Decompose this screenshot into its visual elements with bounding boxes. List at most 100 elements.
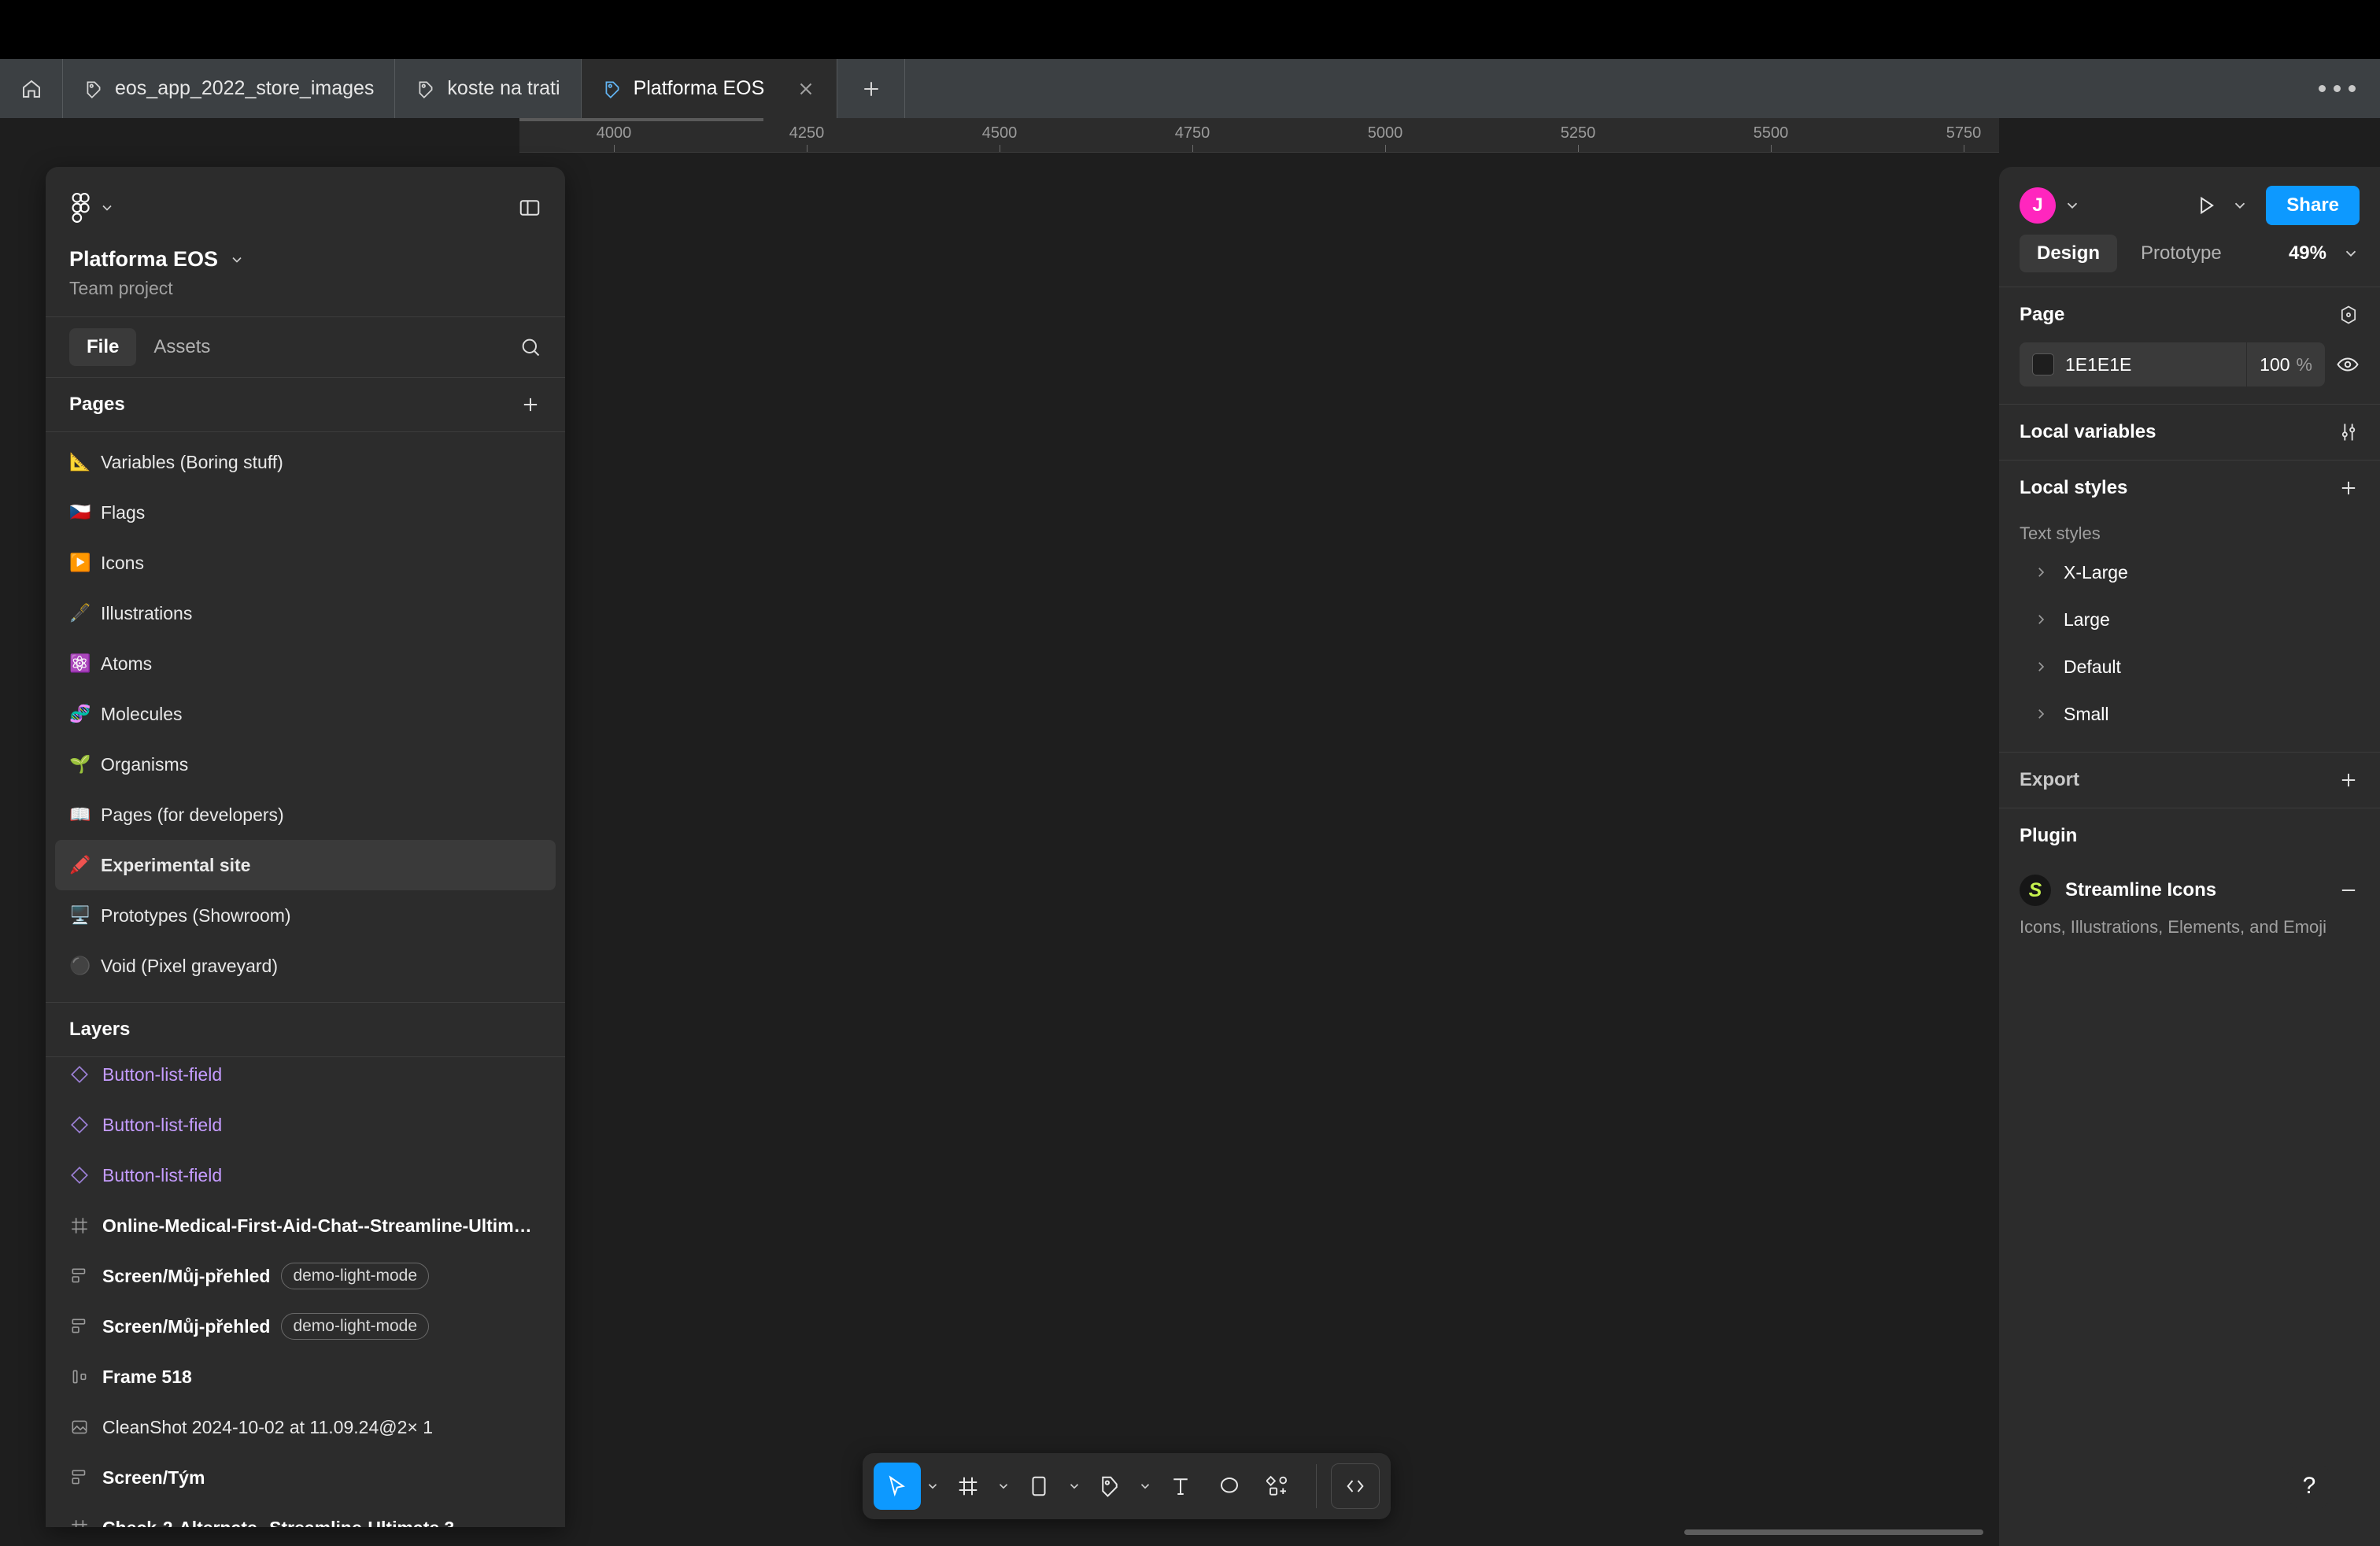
plugin-row-streamline-icons[interactable]: S Streamline Icons bbox=[2020, 864, 2360, 917]
tab-platforma-eos[interactable]: Platforma EOS bbox=[581, 59, 838, 118]
color-hex-value[interactable]: 1E1E1E bbox=[2065, 354, 2246, 375]
layer-row[interactable]: Screen/Můj-přehled demo-light-mode bbox=[46, 1301, 565, 1352]
figma-main-menu-button[interactable] bbox=[69, 193, 115, 223]
layer-row[interactable]: Button-list-field bbox=[46, 1100, 565, 1150]
ruler-tick: 4750 bbox=[1174, 124, 1210, 142]
frame-tool-button[interactable] bbox=[944, 1463, 992, 1510]
zoom-level-label[interactable]: 49% bbox=[2289, 242, 2326, 264]
pen-tool-button[interactable] bbox=[1086, 1463, 1133, 1510]
text-style-default[interactable]: Default bbox=[2020, 643, 2360, 690]
color-swatch[interactable] bbox=[2032, 353, 2054, 375]
toolbar-separator bbox=[1316, 1464, 1317, 1508]
page-item-icons[interactable]: ▶️ Icons bbox=[55, 538, 556, 588]
move-tool-dropdown[interactable] bbox=[922, 1479, 943, 1493]
actions-tool-button[interactable] bbox=[1255, 1463, 1302, 1510]
new-tab-button[interactable] bbox=[837, 59, 906, 118]
layer-row[interactable]: Screen/Můj-přehled demo-light-mode bbox=[46, 1251, 565, 1301]
local-styles-section: Local styles Text styles X-Large Large D… bbox=[1999, 460, 2380, 752]
add-export-button[interactable] bbox=[2338, 769, 2360, 791]
tab-design[interactable]: Design bbox=[2020, 235, 2118, 272]
opacity-field[interactable]: 100 % bbox=[2246, 342, 2325, 386]
move-tool-button[interactable] bbox=[874, 1463, 921, 1510]
text-style-small[interactable]: Small bbox=[2020, 690, 2360, 738]
left-panel-header: Platforma EOS Team project bbox=[46, 167, 565, 316]
horizontal-ruler: 4000 4250 4500 4750 5000 5250 5500 5750 bbox=[519, 118, 1999, 153]
layer-label: Screen/Tým bbox=[102, 1466, 205, 1488]
page-item-label: Pages (for developers) bbox=[101, 804, 284, 825]
chevron-right-icon[interactable] bbox=[2034, 565, 2048, 579]
layer-row[interactable]: Screen/Tým bbox=[46, 1452, 565, 1503]
page-item-prototypes-showroom[interactable]: 🖥️ Prototypes (Showroom) bbox=[55, 890, 556, 941]
chevron-down-icon bbox=[229, 252, 245, 268]
tab-file[interactable]: File bbox=[69, 328, 137, 366]
page-item-molecules[interactable]: 🧬 Molecules bbox=[55, 689, 556, 739]
panel-layout-icon bbox=[518, 196, 541, 220]
page-item-variables[interactable]: 📐 Variables (Boring stuff) bbox=[55, 437, 556, 487]
layer-label: Screen/Můj-přehled bbox=[102, 1315, 271, 1337]
home-button[interactable] bbox=[0, 59, 63, 118]
style-hexagon-icon[interactable] bbox=[2338, 304, 2360, 326]
tab-label: eos_app_2022_store_images bbox=[115, 77, 375, 99]
opacity-value[interactable]: 100 bbox=[2260, 354, 2289, 375]
page-item-illustrations[interactable]: 🖋️ Illustrations bbox=[55, 588, 556, 638]
browser-menu-button[interactable] bbox=[2293, 59, 2380, 118]
avatar[interactable]: J bbox=[2020, 187, 2056, 224]
shape-tool-button[interactable] bbox=[1015, 1463, 1062, 1510]
page-emoji-icon: 🖍️ bbox=[69, 855, 91, 875]
page-item-pages-for-developers[interactable]: 📖 Pages (for developers) bbox=[55, 790, 556, 840]
figma-file-icon bbox=[416, 79, 436, 99]
tab-koste-na-trati[interactable]: koste na trati bbox=[395, 59, 582, 118]
help-button[interactable]: ? bbox=[2284, 1461, 2334, 1511]
horizontal-scrollbar[interactable] bbox=[1684, 1529, 1983, 1535]
add-style-button[interactable] bbox=[2338, 477, 2360, 499]
add-page-button[interactable] bbox=[519, 394, 541, 416]
chevron-right-icon[interactable] bbox=[2034, 707, 2048, 721]
project-title-row[interactable]: Platforma EOS bbox=[69, 247, 541, 272]
chevron-down-icon[interactable] bbox=[2342, 245, 2360, 262]
layers-list[interactable]: Button-list-field Button-list-field Butt… bbox=[46, 1057, 565, 1527]
frame-tool-dropdown[interactable] bbox=[993, 1479, 1014, 1493]
search-button[interactable] bbox=[519, 336, 541, 358]
shape-tool-dropdown[interactable] bbox=[1064, 1479, 1085, 1493]
minus-icon[interactable] bbox=[2338, 879, 2360, 901]
tab-assets[interactable]: Assets bbox=[136, 328, 227, 366]
page-item-experimental-site[interactable]: 🖍️ Experimental site bbox=[55, 840, 556, 890]
layer-row[interactable]: Online-Medical-First-Aid-Chat--Streamlin… bbox=[46, 1200, 565, 1251]
close-icon[interactable] bbox=[796, 79, 816, 99]
layer-row[interactable]: Frame 518 bbox=[46, 1352, 565, 1402]
page-item-label: Illustrations bbox=[101, 602, 193, 623]
chevron-down-icon[interactable] bbox=[2231, 197, 2249, 214]
text-style-x-large[interactable]: X-Large bbox=[2020, 549, 2360, 596]
layer-row[interactable]: CleanShot 2024-10-02 at 11.09.24@2× 1 bbox=[46, 1402, 565, 1452]
text-style-large[interactable]: Large bbox=[2020, 596, 2360, 643]
sliders-icon[interactable] bbox=[2338, 421, 2360, 443]
page-item-flags[interactable]: 🇨🇿 Flags bbox=[55, 487, 556, 538]
ruler-tick: 5000 bbox=[1367, 124, 1403, 142]
eye-icon[interactable] bbox=[2336, 353, 2360, 376]
chevron-right-icon[interactable] bbox=[2034, 612, 2048, 627]
comment-tool-button[interactable] bbox=[1206, 1463, 1253, 1510]
layer-row[interactable]: Check-2-Alternate--Streamline-Ultimate 3 bbox=[46, 1503, 565, 1527]
pen-tool-dropdown[interactable] bbox=[1135, 1479, 1155, 1493]
page-item-void-pixel-graveyard[interactable]: ⚫ Void (Pixel graveyard) bbox=[55, 941, 556, 991]
layer-label: Online-Medical-First-Aid-Chat--Streamlin… bbox=[102, 1215, 532, 1236]
tab-eos-app-2022-store-images[interactable]: eos_app_2022_store_images bbox=[63, 59, 396, 118]
layer-row[interactable]: Button-list-field bbox=[46, 1057, 565, 1100]
chevron-down-icon[interactable] bbox=[2064, 197, 2081, 214]
page-item-organisms[interactable]: 🌱 Organisms bbox=[55, 739, 556, 790]
page-color-field[interactable]: 1E1E1E 100 % bbox=[2020, 342, 2325, 386]
layer-row[interactable]: Button-list-field bbox=[46, 1150, 565, 1200]
share-button[interactable]: Share bbox=[2266, 186, 2360, 225]
dev-mode-button[interactable] bbox=[1331, 1463, 1380, 1509]
autolayout-icon bbox=[69, 1367, 90, 1387]
layer-label: Button-list-field bbox=[102, 1063, 223, 1085]
text-tool-button[interactable] bbox=[1157, 1463, 1204, 1510]
tab-prototype[interactable]: Prototype bbox=[2123, 235, 2239, 272]
component-diamond-icon bbox=[69, 1115, 90, 1135]
play-icon[interactable] bbox=[2195, 194, 2217, 216]
chevron-right-icon[interactable] bbox=[2034, 660, 2048, 674]
panel-toggle-button[interactable] bbox=[518, 196, 541, 220]
page-emoji-icon: 🌱 bbox=[69, 754, 91, 774]
page-item-atoms[interactable]: ⚛️ Atoms bbox=[55, 638, 556, 689]
text-style-label: Default bbox=[2064, 656, 2121, 677]
